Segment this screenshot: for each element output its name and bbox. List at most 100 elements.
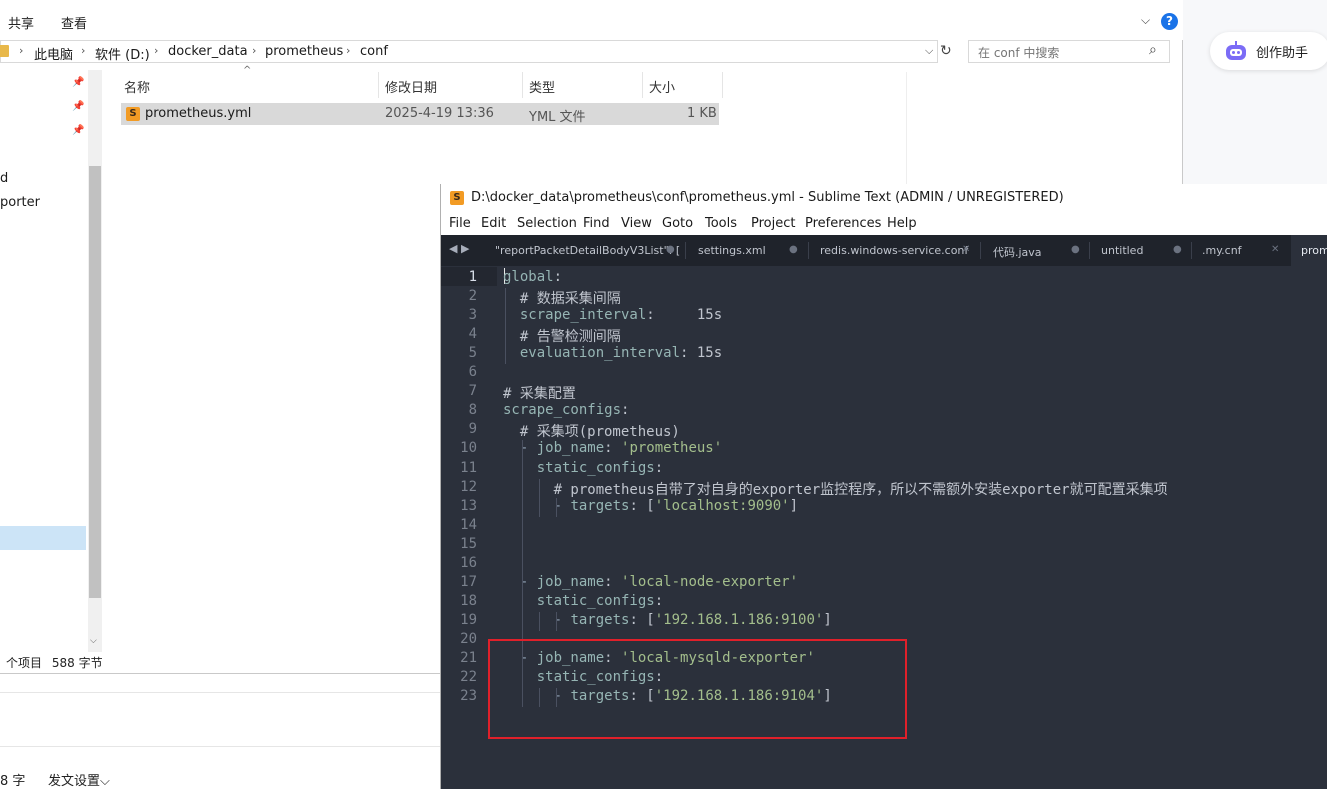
line-number: 14 [460, 516, 477, 533]
line-number: 2 [468, 288, 477, 305]
column-divider[interactable] [378, 72, 379, 98]
chevron-down-icon[interactable]: ⌵ [925, 44, 933, 58]
column-header-name[interactable]: 名称 [124, 77, 150, 96]
menu-edit[interactable]: Edit [481, 216, 506, 231]
tab-scroll-arrows-icon[interactable]: ◀ ▶ [449, 242, 469, 255]
tab-label: untitled [1101, 244, 1144, 257]
search-icon[interactable]: ⌕ [1149, 42, 1157, 58]
close-icon[interactable]: ✕ [1271, 244, 1279, 255]
code-line: - targets: ['localhost:9090'] [553, 497, 799, 514]
breadcrumb-prometheus[interactable]: prometheus [265, 44, 343, 59]
tab-redis-conf[interactable]: redis.windows-service.conf ✕ [809, 235, 980, 266]
dirty-dot-icon: ● [1173, 244, 1182, 255]
menu-preferences[interactable]: Preferences [805, 216, 881, 231]
menu-help[interactable]: Help [887, 216, 917, 231]
menu-selection[interactable]: Selection [517, 216, 577, 231]
code-line: global: [503, 269, 563, 285]
publish-settings-button[interactable]: 发文设置⌵ [48, 770, 110, 789]
breadcrumb-conf[interactable]: conf [360, 44, 388, 59]
line-number: 8 [468, 402, 477, 419]
line-number: 23 [460, 688, 477, 705]
nav-item[interactable]: d [0, 171, 8, 186]
line-number: 16 [460, 554, 477, 571]
indent-guide [505, 288, 506, 365]
code-line: static_configs: [536, 459, 664, 476]
column-header-modified[interactable]: 修改日期 [385, 77, 437, 96]
selection-size: 588 字节 [51, 656, 103, 670]
breadcrumb-docker-data[interactable]: docker_data [168, 44, 248, 59]
line-number: 3 [468, 307, 477, 324]
chevron-down-icon[interactable]: ⌵ [1141, 13, 1150, 28]
tab-label: .my.cnf [1202, 244, 1242, 257]
code-line: evaluation_interval: 15s [519, 345, 723, 362]
ribbon-tab-share[interactable]: 共享 [8, 13, 34, 32]
sublime-logo-icon: S [450, 191, 464, 205]
line-number: 20 [460, 630, 477, 647]
line-number: 4 [468, 326, 477, 343]
file-type: YML 文件 [529, 110, 586, 125]
folder-icon [0, 45, 9, 57]
code-line: - targets: ['192.168.1.186:9100'] [553, 611, 832, 628]
search-input[interactable] [969, 41, 1150, 64]
chevron-right-icon: › [346, 44, 351, 57]
chevron-down-icon[interactable]: ⌵ [90, 636, 97, 646]
code-line: # 数据采集间隔 [519, 291, 621, 308]
close-icon[interactable]: ✕ [962, 244, 970, 255]
tab-prometheus-yml-active[interactable]: prom [1291, 235, 1327, 266]
line-number: 12 [460, 478, 477, 495]
tab-untitled[interactable]: untitled ● [1090, 235, 1191, 266]
menu-goto[interactable]: Goto [662, 216, 693, 231]
pin-icon[interactable]: 📌 [72, 77, 84, 88]
line-number: 9 [468, 421, 477, 438]
column-divider[interactable] [522, 72, 523, 98]
menu-file[interactable]: File [449, 216, 471, 231]
code-line: # prometheus自带了对自身的exporter监控程序，所以不需额外安装… [553, 481, 1168, 498]
line-number: 5 [468, 345, 477, 362]
column-header-type[interactable]: 类型 [529, 77, 555, 96]
tab-settings-xml[interactable]: settings.xml ● [686, 235, 808, 266]
nav-item-selected[interactable] [0, 526, 86, 550]
tab-label: 代码.java [993, 246, 1042, 259]
nav-item[interactable]: porter [0, 195, 40, 210]
divider [0, 746, 440, 747]
tab-report-packet[interactable]: "reportPacketDetailBodyV3List": [ ● [485, 235, 685, 266]
column-divider[interactable] [642, 72, 643, 98]
menu-view[interactable]: View [621, 216, 652, 231]
indent-guide [539, 611, 540, 631]
tab-daima-java[interactable]: 代码.java ● [981, 235, 1089, 266]
address-bar[interactable]: › 此电脑 › 软件 (D:) › docker_data › promethe… [0, 40, 938, 63]
file-size: 1 KB [687, 106, 717, 121]
navigation-pane: 📌 📌 📌 d porter ⌵ [0, 70, 103, 658]
scrollbar[interactable]: ⌵ [88, 70, 102, 652]
breadcrumb-drive-d[interactable]: 软件 (D:) [95, 44, 150, 63]
ribbon-tab-view[interactable]: 查看 [61, 13, 87, 32]
assistant-button[interactable]: 创作助手 [1210, 32, 1327, 70]
chevron-right-icon: › [19, 44, 24, 57]
code-line: # 告警检测间隔 [519, 329, 621, 346]
column-header-size[interactable]: 大小 [649, 77, 675, 96]
pin-icon[interactable]: 📌 [72, 125, 84, 136]
line-number: 11 [460, 459, 477, 476]
refresh-icon[interactable]: ↻ [940, 43, 952, 59]
word-count: 8 字 [0, 774, 26, 789]
assistant-label: 创作助手 [1256, 45, 1309, 61]
menu-tools[interactable]: Tools [705, 216, 737, 231]
breadcrumb-this-pc[interactable]: 此电脑 [34, 44, 73, 63]
help-icon[interactable]: ? [1161, 13, 1178, 30]
menu-project[interactable]: Project [751, 216, 795, 231]
window-title: D:\docker_data\prometheus\conf\prometheu… [471, 190, 1064, 205]
column-divider[interactable] [722, 72, 723, 98]
chevron-down-icon: ⌵ [100, 774, 110, 789]
scrollbar-thumb[interactable] [89, 166, 101, 598]
pin-icon[interactable]: 📌 [72, 101, 84, 112]
file-row[interactable]: S prometheus.yml 2025-4-19 13:36 YML 文件 … [121, 103, 719, 125]
menu-find[interactable]: Find [583, 216, 610, 231]
line-number: 7 [468, 383, 477, 400]
assistant-panel: 创作助手 [1183, 0, 1327, 184]
line-number: 22 [460, 669, 477, 686]
code-line: - job_name: 'prometheus' [519, 440, 723, 457]
tab-my-cnf[interactable]: .my.cnf ✕ [1192, 235, 1290, 266]
ribbon: 共享 查看 ⌵ ? [0, 0, 1183, 40]
chevron-right-icon: › [252, 44, 257, 57]
status-bar: 个项目 588 字节 [6, 654, 103, 671]
